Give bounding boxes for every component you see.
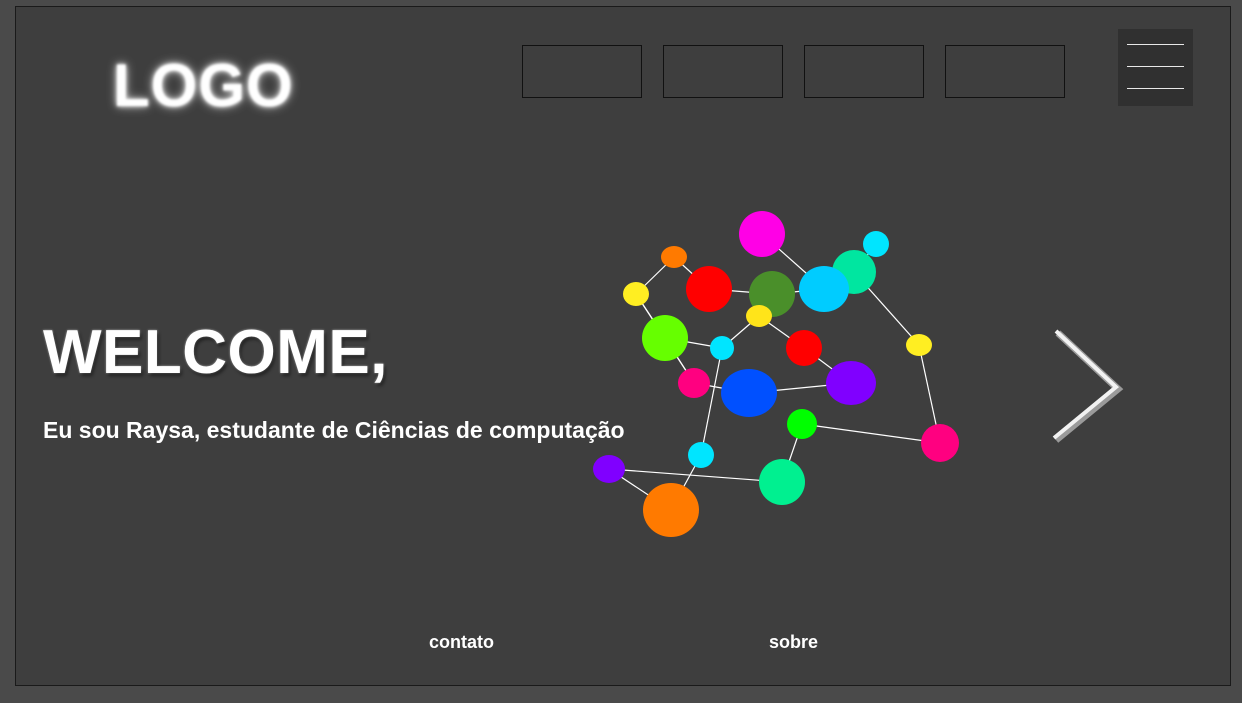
next-button[interactable] <box>1046 325 1126 450</box>
logo[interactable]: LOGO <box>113 51 294 120</box>
about-link[interactable]: sobre <box>769 632 818 653</box>
contact-link[interactable]: contato <box>429 632 494 653</box>
nav-item-2[interactable] <box>663 45 783 98</box>
nav-item-3[interactable] <box>804 45 924 98</box>
welcome-title: WELCOME, <box>43 318 388 387</box>
chevron-right-icon <box>1052 329 1124 443</box>
nav-item-4[interactable] <box>945 45 1065 98</box>
nav-item-1[interactable] <box>522 45 642 98</box>
network-graphic <box>593 211 959 537</box>
menu-button[interactable] <box>1118 29 1193 106</box>
page-frame: LOGO WELCOME, Eu sou Raysa, estudante de… <box>15 6 1231 686</box>
welcome-subtitle: Eu sou Raysa, estudante de Ciências de c… <box>43 417 625 443</box>
